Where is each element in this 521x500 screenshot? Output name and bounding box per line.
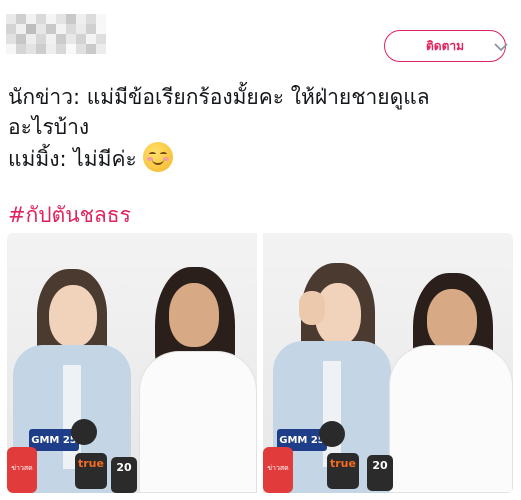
mic-true-label: true xyxy=(327,453,359,489)
face-right-person xyxy=(169,283,219,347)
face-right-person xyxy=(427,289,477,351)
tweet-line-reporter: นักข่าว: แม่มีข้อเรียกร้องมั้ยคะ ให้ฝ่าย… xyxy=(8,85,430,109)
tweet-header: ติดตาม xyxy=(0,0,521,64)
photo-1[interactable]: GMM 25 ข่าวสด true 20 xyxy=(7,233,257,493)
smiling-face-emoji-icon xyxy=(142,142,173,172)
mic-red-label: ข่าวสด xyxy=(7,447,37,493)
hand xyxy=(299,291,325,325)
tweet-body: นักข่าว: แม่มีข้อเรียกร้องมั้ยคะ ให้ฝ่าย… xyxy=(8,82,513,174)
face-left-person xyxy=(49,285,97,347)
white-shirt xyxy=(389,345,513,493)
blurred-avatar[interactable] xyxy=(6,14,106,54)
tweet-media: GMM 25 ข่าวสด true 20 GMM 25 ข่าวสด true… xyxy=(7,233,513,493)
mic-channel-label: 20 xyxy=(367,455,393,491)
mic-true-label: true xyxy=(75,453,107,489)
tweet-line-continued: อะไรบ้าง xyxy=(8,115,90,139)
chevron-down-icon[interactable] xyxy=(490,38,512,56)
mic-red-label: ข่าวสด xyxy=(263,447,293,493)
hashtag-link[interactable]: #กัปตันชลธร xyxy=(8,199,131,232)
microphone xyxy=(71,419,97,445)
microphone xyxy=(319,421,345,447)
mic-channel-label: 20 xyxy=(111,457,137,493)
white-shirt xyxy=(139,351,257,493)
answer-text: แม่มิ้ง: ไม่มีค่ะ xyxy=(8,147,137,171)
tweet-line-answer: แม่มิ้ง: ไม่มีค่ะ xyxy=(8,142,513,174)
photo-2[interactable]: GMM 25 ข่าวสด true 20 xyxy=(263,233,513,493)
follow-button[interactable]: ติดตาม xyxy=(384,30,506,62)
